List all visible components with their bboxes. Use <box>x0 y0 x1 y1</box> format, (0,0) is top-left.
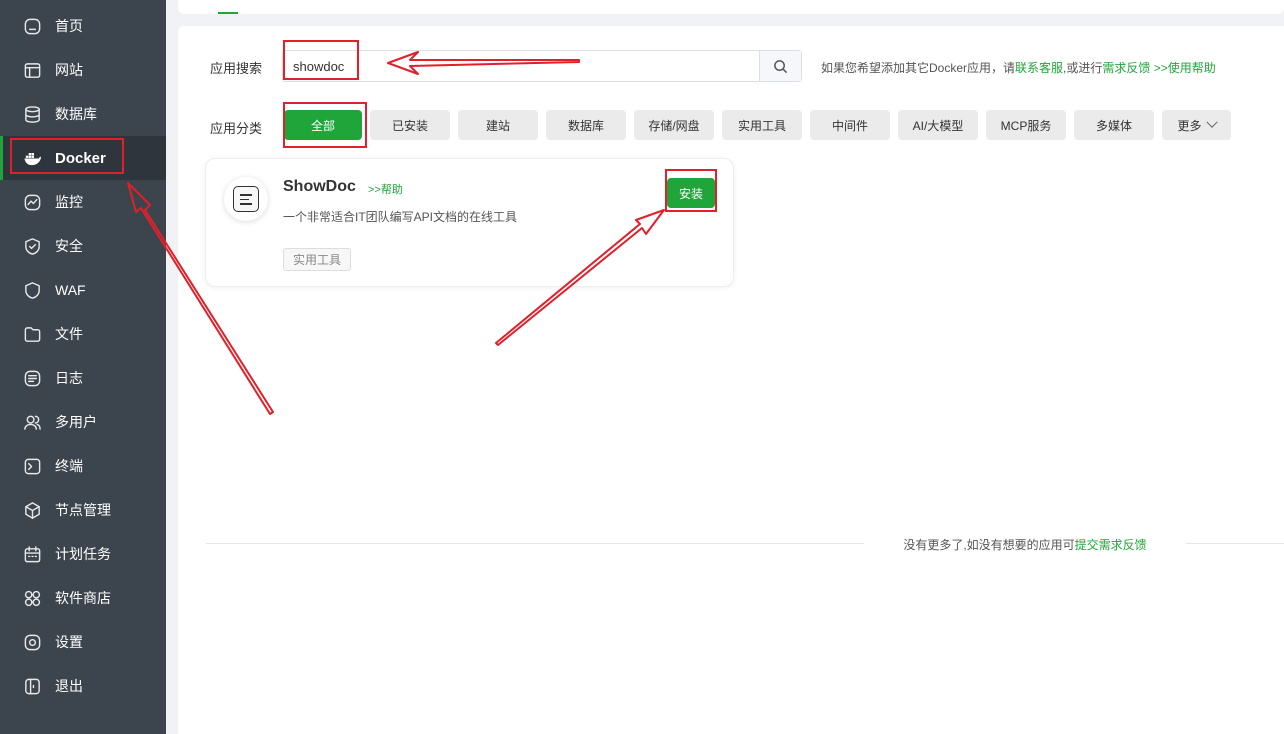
install-button[interactable]: 安装 <box>667 178 715 208</box>
sidebar-item-label: 计划任务 <box>55 546 111 562</box>
category-all[interactable]: 全部 <box>284 110 362 140</box>
category-more-dropdown[interactable]: 更多 <box>1162 110 1231 140</box>
sidebar-item-waf[interactable]: WAF <box>0 268 166 312</box>
home-icon <box>22 16 42 36</box>
sidebar-item-logout[interactable]: 退出 <box>0 664 166 708</box>
sidebar-item-store[interactable]: 软件商店 <box>0 576 166 620</box>
sidebar-item-docker[interactable]: Docker <box>0 136 166 180</box>
search-field <box>282 50 802 82</box>
sidebar: 首页 网站 数据库 Docker 监控 安全 WAF 文件 日志 多用户 终端 <box>0 0 166 734</box>
sidebar-item-settings[interactable]: 设置 <box>0 620 166 664</box>
search-label: 应用搜索 <box>210 61 263 76</box>
contact-support-link[interactable]: 联系客服 <box>1015 61 1063 75</box>
hint-text: 如果您希望添加其它Docker应用，请 <box>821 61 1016 75</box>
end-note-text: 没有更多了,如没有想要的应用可 <box>903 537 1075 552</box>
folder-icon <box>22 324 42 344</box>
sidebar-item-label: 终端 <box>55 458 83 474</box>
app-card: ShowDoc >>帮助 一个非常适合IT团队编写API文档的在线工具 实用工具… <box>205 158 734 287</box>
logout-icon <box>22 676 42 696</box>
sidebar-item-label: 安全 <box>55 238 83 254</box>
category-website[interactable]: 建站 <box>458 110 538 140</box>
waf-icon <box>22 280 42 300</box>
app-name[interactable]: ShowDoc <box>283 178 356 196</box>
search-input[interactable] <box>283 51 761 81</box>
sidebar-item-logs[interactable]: 日志 <box>0 356 166 400</box>
sidebar-item-security[interactable]: 安全 <box>0 224 166 268</box>
app-help-link[interactable]: >>帮助 <box>368 181 403 197</box>
docker-request-hint: 如果您希望添加其它Docker应用，请联系客服,或进行需求反馈 >>使用帮助 <box>821 59 1216 76</box>
usage-help-link[interactable]: >>使用帮助 <box>1150 61 1216 75</box>
list-end-note: 没有更多了,如没有想要的应用可 提交需求反馈 <box>864 526 1186 562</box>
active-tab-indicator <box>218 12 238 14</box>
app-logo <box>224 177 268 221</box>
sidebar-item-cron[interactable]: 计划任务 <box>0 532 166 576</box>
submit-request-link[interactable]: 提交需求反馈 <box>1075 536 1147 553</box>
showdoc-logo-icon <box>233 186 259 212</box>
monitor-icon <box>22 192 42 212</box>
sidebar-item-label: 多用户 <box>55 414 97 430</box>
category-mcp[interactable]: MCP服务 <box>986 110 1066 140</box>
sidebar-item-website[interactable]: 网站 <box>0 48 166 92</box>
log-icon <box>22 368 42 388</box>
website-icon <box>22 60 42 80</box>
sidebar-item-label: 节点管理 <box>55 502 111 518</box>
sidebar-item-label: 文件 <box>55 326 83 342</box>
nodes-icon <box>22 500 42 520</box>
sidebar-item-label: 数据库 <box>55 106 97 122</box>
more-label: 更多 <box>1177 118 1202 133</box>
category-label: 应用分类 <box>210 121 263 136</box>
category-database[interactable]: 数据库 <box>546 110 626 140</box>
sidebar-item-monitor[interactable]: 监控 <box>0 180 166 224</box>
sidebar-item-label: 软件商店 <box>55 590 111 606</box>
sidebar-item-home[interactable]: 首页 <box>0 4 166 48</box>
sidebar-item-label: 监控 <box>55 194 83 210</box>
app-category-tag: 实用工具 <box>283 248 351 271</box>
sidebar-item-label: WAF <box>55 282 86 298</box>
sidebar-item-database[interactable]: 数据库 <box>0 92 166 136</box>
sidebar-item-label: Docker <box>55 149 106 167</box>
sidebar-item-label: 日志 <box>55 370 83 386</box>
category-storage[interactable]: 存储/网盘 <box>634 110 714 140</box>
sidebar-item-label: 首页 <box>55 18 83 34</box>
store-icon <box>22 588 42 608</box>
sidebar-item-users[interactable]: 多用户 <box>0 400 166 444</box>
shield-icon <box>22 236 42 256</box>
sidebar-item-nodes[interactable]: 节点管理 <box>0 488 166 532</box>
category-middleware[interactable]: 中间件 <box>810 110 890 140</box>
search-icon <box>774 59 788 73</box>
category-installed[interactable]: 已安装 <box>370 110 450 140</box>
chevron-down-icon <box>1205 116 1218 128</box>
sidebar-item-terminal[interactable]: 终端 <box>0 444 166 488</box>
search-button[interactable] <box>759 51 801 81</box>
sidebar-item-label: 退出 <box>55 678 83 694</box>
category-tools[interactable]: 实用工具 <box>722 110 802 140</box>
app-description: 一个非常适合IT团队编写API文档的在线工具 <box>283 210 518 224</box>
top-tab-strip <box>178 0 1284 14</box>
database-icon <box>22 104 42 124</box>
settings-icon <box>22 632 42 652</box>
terminal-icon <box>22 456 42 476</box>
category-media[interactable]: 多媒体 <box>1074 110 1154 140</box>
calendar-icon <box>22 544 42 564</box>
users-icon <box>22 412 42 432</box>
hint-middle-text: 或进行 <box>1066 61 1103 75</box>
category-ai[interactable]: AI/大模型 <box>898 110 978 140</box>
sidebar-item-label: 设置 <box>55 634 83 650</box>
feedback-link[interactable]: 需求反馈 <box>1102 61 1150 75</box>
sidebar-item-files[interactable]: 文件 <box>0 312 166 356</box>
docker-icon <box>22 148 42 168</box>
sidebar-item-label: 网站 <box>55 62 83 78</box>
